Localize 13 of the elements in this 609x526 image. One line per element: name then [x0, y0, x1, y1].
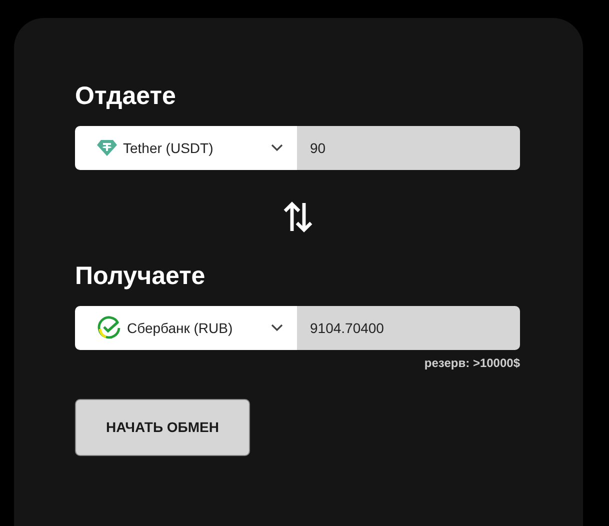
chevron-down-icon [271, 324, 283, 332]
amount-field[interactable]: 90 [297, 126, 520, 170]
currency-select[interactable]: Сбербанк (RUB) [75, 306, 297, 350]
section-heading: Отдаете [75, 84, 177, 109]
chevron-down-icon [271, 144, 283, 152]
currency-select[interactable]: Tether (USDT) [75, 126, 297, 170]
section-heading: Получаете [75, 264, 206, 289]
check-circle-icon [97, 316, 121, 340]
amount-field[interactable]: 9104.70400 [297, 306, 520, 350]
diamond-icon [97, 139, 117, 157]
reserve-note: резерв: >10000$ [424, 355, 520, 372]
swap-arrows-icon[interactable] [282, 201, 312, 233]
start-exchange-button[interactable]: НАЧАТЬ ОБМЕН [75, 399, 250, 456]
